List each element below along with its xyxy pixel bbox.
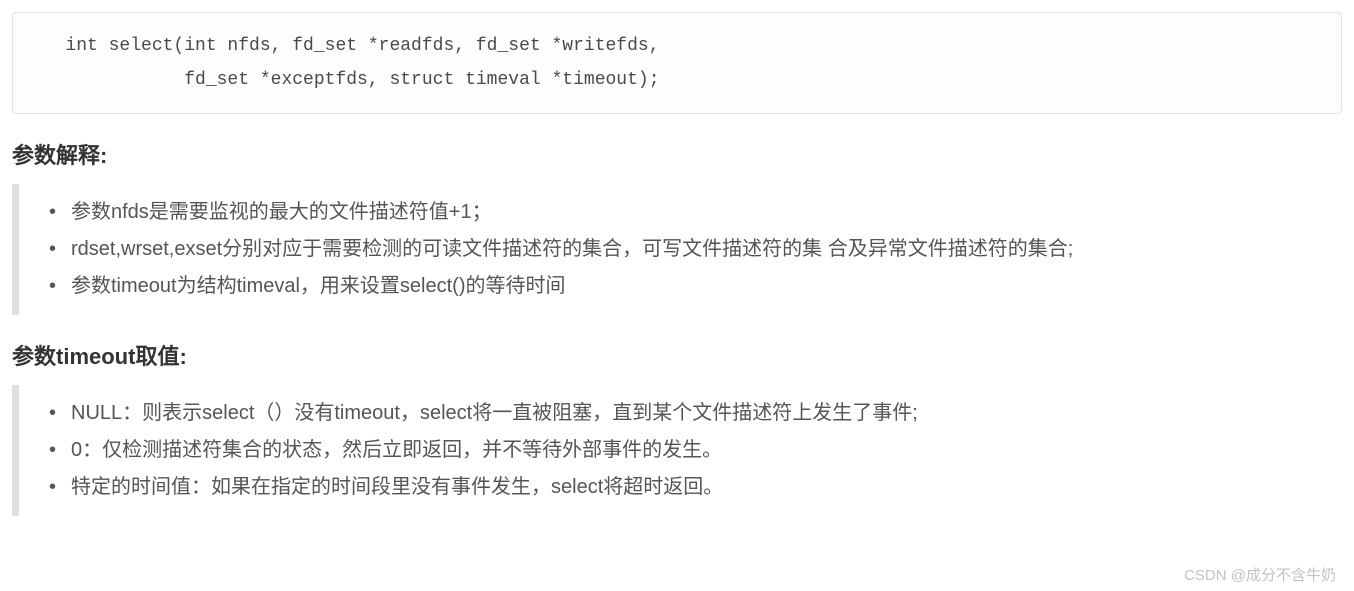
list-item: NULL：则表示select（）没有timeout，select将一直被阻塞，直… [71, 395, 1342, 432]
section-heading-timeout: 参数timeout取值: [12, 339, 1342, 371]
code-content: int select(int nfds, fd_set *readfds, fd… [33, 29, 1321, 97]
list-item: 参数nfds是需要监视的最大的文件描述符值+1； [71, 194, 1342, 231]
list-item: 参数timeout为结构timeval，用来设置select()的等待时间 [71, 268, 1342, 305]
params-blockquote: 参数nfds是需要监视的最大的文件描述符值+1； rdset,wrset,exs… [12, 184, 1342, 315]
params-list: 参数nfds是需要监视的最大的文件描述符值+1； rdset,wrset,exs… [33, 194, 1342, 305]
list-item: 特定的时间值：如果在指定的时间段里没有事件发生，select将超时返回。 [71, 469, 1342, 506]
timeout-list: NULL：则表示select（）没有timeout，select将一直被阻塞，直… [33, 395, 1342, 506]
watermark: CSDN @成分不含牛奶 [1184, 564, 1336, 585]
timeout-blockquote: NULL：则表示select（）没有timeout，select将一直被阻塞，直… [12, 385, 1342, 516]
section-heading-params: 参数解释: [12, 138, 1342, 170]
list-item: rdset,wrset,exset分别对应于需要检测的可读文件描述符的集合，可写… [71, 231, 1342, 268]
code-block: int select(int nfds, fd_set *readfds, fd… [12, 12, 1342, 114]
list-item: 0：仅检测描述符集合的状态，然后立即返回，并不等待外部事件的发生。 [71, 432, 1342, 469]
